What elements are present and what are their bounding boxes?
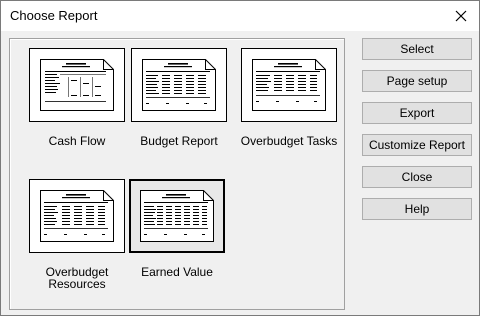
report-thumbnail <box>29 179 125 253</box>
report-thumbnail <box>131 48 227 122</box>
title-bar: Choose Report <box>1 1 479 31</box>
report-list: Cash Flow Budget Report Overbudget Tasks… <box>9 38 345 310</box>
report-document-icon <box>142 59 216 111</box>
report-item-earned-value[interactable]: Earned Value <box>121 179 233 278</box>
report-document-icon <box>252 59 326 111</box>
report-label: Cash Flow <box>48 134 106 148</box>
report-thumbnail <box>129 179 225 253</box>
report-label: Budget Report <box>140 134 218 148</box>
report-label: Earned Value <box>141 265 213 279</box>
export-button[interactable]: Export <box>362 102 472 124</box>
help-button[interactable]: Help <box>362 198 472 220</box>
report-document-icon <box>140 190 214 242</box>
report-thumbnail <box>241 48 337 122</box>
choose-report-dialog: Choose Report Cash Flow Budget Report Ov… <box>0 0 480 316</box>
report-item-overbudget-resources[interactable]: Overbudget Resources <box>21 179 133 290</box>
window-title: Choose Report <box>10 8 98 23</box>
report-item-overbudget-tasks[interactable]: Overbudget Tasks <box>233 48 345 147</box>
close-button[interactable]: Close <box>362 166 472 188</box>
select-button[interactable]: Select <box>362 38 472 60</box>
report-item-budget-report[interactable]: Budget Report <box>123 48 235 147</box>
report-item-cash-flow[interactable]: Cash Flow <box>21 48 133 147</box>
report-label: Overbudget Resources <box>45 265 109 291</box>
report-document-icon <box>40 59 114 111</box>
report-label: Overbudget Tasks <box>240 134 338 148</box>
customize-report-button[interactable]: Customize Report <box>362 134 472 156</box>
close-x-icon[interactable] <box>447 2 475 30</box>
report-thumbnail <box>29 48 125 122</box>
page-setup-button[interactable]: Page setup <box>362 70 472 92</box>
report-document-icon <box>40 190 114 242</box>
